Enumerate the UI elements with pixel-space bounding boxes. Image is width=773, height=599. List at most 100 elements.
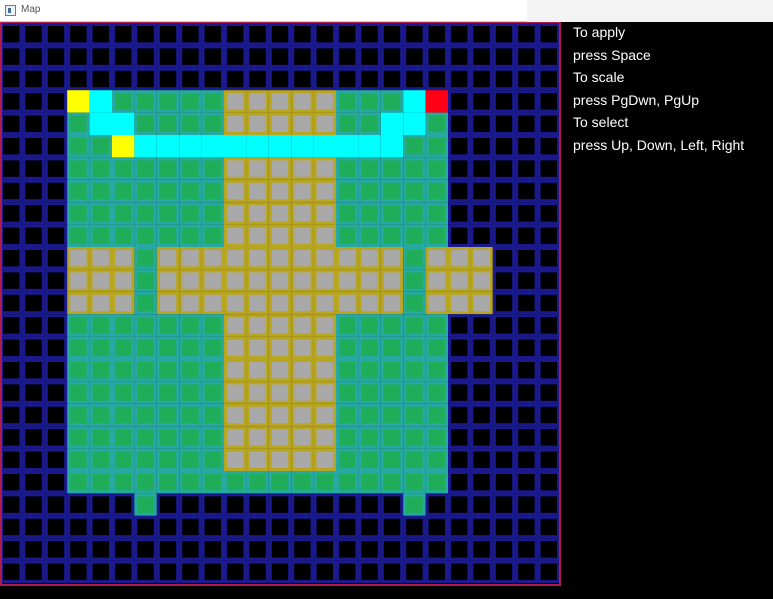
map-tile-stone[interactable] [246,269,269,292]
map-tile-empty[interactable] [336,23,359,46]
map-tile-empty[interactable] [0,336,23,360]
map-tile-empty[interactable] [246,515,269,539]
map-tile-stone[interactable] [268,90,292,113]
map-tile-empty[interactable] [22,135,45,158]
map-tile-empty[interactable] [201,560,225,583]
map-tile-stone[interactable] [291,314,314,337]
map-tile-stone[interactable] [246,381,269,404]
map-tile-grass[interactable] [134,179,157,203]
map-tile-empty[interactable] [470,314,493,337]
map-tile-empty[interactable] [112,67,135,91]
map-tile-stone[interactable] [425,247,449,270]
map-tile-empty[interactable] [515,538,538,561]
map-tile-grass[interactable] [134,426,157,449]
map-tile-empty[interactable] [515,135,538,158]
map-tile-stone[interactable] [313,247,337,270]
map-tile-empty[interactable] [425,67,449,91]
map-tile-stone[interactable] [380,291,404,315]
map-tile-empty[interactable] [22,471,45,494]
map-tile-stone[interactable] [425,291,449,315]
map-tile-empty[interactable] [492,359,516,382]
map-tile-stone[interactable] [246,336,269,360]
map-tile-grass[interactable] [134,224,157,248]
map-tile-empty[interactable] [515,493,538,516]
map-tile-grass[interactable] [336,314,359,337]
map-tile-cyan[interactable] [313,135,337,158]
map-tile-grass[interactable] [336,448,359,472]
map-tile-empty[interactable] [22,291,45,315]
map-tile-grass[interactable] [179,179,202,203]
map-tile-empty[interactable] [22,314,45,337]
map-tile-empty[interactable] [44,90,68,113]
map-tile-stone[interactable] [291,291,314,315]
map-tile-grass[interactable] [134,202,157,225]
map-tile-empty[interactable] [380,23,404,46]
map-tile-stone[interactable] [224,247,247,270]
map-tile-grass[interactable] [134,471,157,494]
map-tile-empty[interactable] [89,538,112,561]
map-tile-empty[interactable] [67,493,90,516]
map-tile-empty[interactable] [448,314,471,337]
map-tile-empty[interactable] [268,515,292,539]
map-tile-empty[interactable] [313,560,337,583]
map-tile-empty[interactable] [537,224,560,248]
map-tile-empty[interactable] [470,426,493,449]
map-tile-empty[interactable] [515,359,538,382]
map-tile-empty[interactable] [22,112,45,135]
map-tile-empty[interactable] [380,515,404,539]
map-tile-cyan[interactable] [336,135,359,158]
map-tile-stone[interactable] [268,448,292,472]
map-tile-empty[interactable] [448,336,471,360]
map-tile-empty[interactable] [537,560,560,583]
map-tile-empty[interactable] [537,359,560,382]
map-tile-stone[interactable] [448,247,471,270]
map-tile-empty[interactable] [515,403,538,427]
map-tile-grass[interactable] [156,314,180,337]
map-tile-empty[interactable] [313,67,337,91]
map-tile-empty[interactable] [89,560,112,583]
map-tile-empty[interactable] [470,90,493,113]
map-tile-empty[interactable] [313,23,337,46]
map-tile-empty[interactable] [22,381,45,404]
map-tile-red[interactable] [425,90,449,113]
map-tile-empty[interactable] [44,493,68,516]
map-tile-stone[interactable] [179,247,202,270]
map-tile-grass[interactable] [336,426,359,449]
map-tile-empty[interactable] [67,515,90,539]
map-tile-empty[interactable] [313,538,337,561]
map-tile-grass[interactable] [358,426,381,449]
map-tile-stone[interactable] [470,291,493,315]
map-tile-empty[interactable] [492,538,516,561]
map-tile-empty[interactable] [179,538,202,561]
map-tile-stone[interactable] [358,247,381,270]
map-tile-empty[interactable] [448,359,471,382]
map-tile-cyan[interactable] [380,135,404,158]
map-tile-grass[interactable] [156,224,180,248]
map-tile-grass[interactable] [112,224,135,248]
map-tile-empty[interactable] [201,493,225,516]
map-tile-grass[interactable] [156,157,180,180]
map-tile-grass[interactable] [380,179,404,203]
map-tile-empty[interactable] [492,269,516,292]
map-tile-empty[interactable] [44,359,68,382]
map-tile-empty[interactable] [44,67,68,91]
map-tile-empty[interactable] [291,493,314,516]
map-tile-stone[interactable] [268,291,292,315]
map-tile-stone[interactable] [67,247,90,270]
map-tile-empty[interactable] [492,179,516,203]
map-tile-grass[interactable] [89,403,112,427]
map-tile-stone[interactable] [358,291,381,315]
map-tile-grass[interactable] [425,471,449,494]
map-tile-empty[interactable] [0,471,23,494]
map-tile-grass[interactable] [201,403,225,427]
map-tile-empty[interactable] [403,538,426,561]
map-tile-empty[interactable] [224,560,247,583]
map-tile-grass[interactable] [67,157,90,180]
map-tile-empty[interactable] [403,67,426,91]
map-tile-grass[interactable] [425,403,449,427]
map-tile-stone[interactable] [358,269,381,292]
map-tile-stone[interactable] [201,291,225,315]
map-tile-stone[interactable] [313,291,337,315]
map-tile-stone[interactable] [201,247,225,270]
map-tile-grass[interactable] [380,381,404,404]
